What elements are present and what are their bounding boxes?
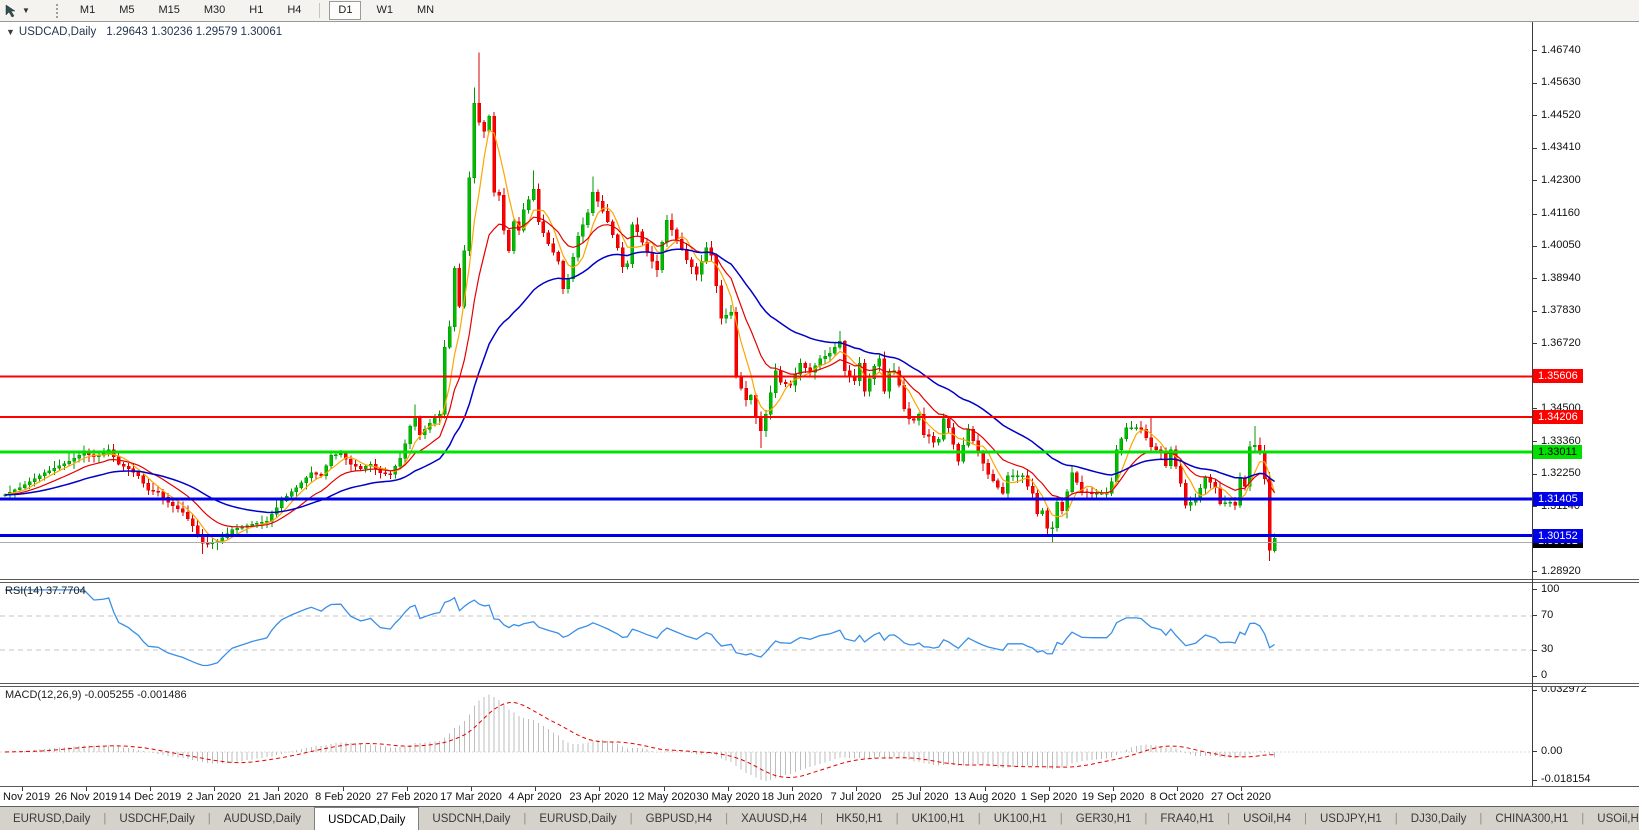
date-tick-label: 7 Jul 2020	[831, 791, 882, 803]
timeframe-button-M30[interactable]: M30	[195, 1, 234, 20]
chart-tab-EURUSD-Daily[interactable]: EURUSD,Daily	[526, 807, 629, 830]
date-tick-label: 4 Apr 2020	[508, 791, 561, 803]
date-tick-label: 14 Dec 2019	[119, 791, 181, 803]
price-tick-label: 1.38940	[1541, 272, 1581, 284]
chart-tab-CHINA300-H1[interactable]: CHINA300,H1	[1482, 807, 1581, 830]
price-tick-label: 1.44520	[1541, 109, 1581, 121]
timeframe-button-W1[interactable]: W1	[367, 1, 402, 20]
price-tick-label: 1.45630	[1541, 76, 1581, 88]
timeframe-button-M1[interactable]: M1	[71, 1, 104, 20]
toolbar-separator	[319, 3, 320, 18]
timeframe-button-M15[interactable]: M15	[149, 1, 188, 20]
chart-tab-USOil-H4[interactable]: USOil,H4	[1230, 807, 1304, 830]
date-tick-label: 30 May 2020	[696, 791, 760, 803]
date-tick-label: 17 Mar 2020	[440, 791, 502, 803]
rsi-indicator-label: RSI(14) 37.7704	[5, 585, 86, 597]
chart-collapse-icon[interactable]: ▼	[6, 27, 15, 37]
chart-tab-USOil-H1[interactable]: USOil,H1	[1584, 807, 1639, 830]
chart-tab-FRA40-H1[interactable]: FRA40,H1	[1147, 807, 1227, 830]
pane-separator[interactable]	[0, 683, 1639, 687]
chart-title: ▼ USDCAD,Daily 1.29643 1.30236 1.29579 1.3…	[6, 26, 282, 38]
chart-tab-USDCNH-Daily[interactable]: USDCNH,Daily	[419, 807, 523, 830]
timeframe-button-M5[interactable]: M5	[110, 1, 143, 20]
chart-tab-USDJPY-H1[interactable]: USDJPY,H1	[1307, 807, 1395, 830]
price-tick-label: 1.32250	[1541, 467, 1581, 479]
timeframe-button-MN[interactable]: MN	[408, 1, 443, 20]
date-tick-label: 8 Oct 2020	[1150, 791, 1204, 803]
hline-price-badge: 1.35606	[1533, 369, 1583, 383]
date-tick-label: 7 Nov 2019	[0, 791, 50, 803]
macd-tick-label: -0.018154	[1541, 773, 1591, 785]
date-tick-label: 27 Oct 2020	[1211, 791, 1271, 803]
chart-window: ▼ USDCAD,Daily 1.29643 1.30236 1.29579 1.3…	[0, 22, 1639, 806]
chart-tab-GBPUSD-H4[interactable]: GBPUSD,H4	[633, 807, 725, 830]
rsi-tick-label: 70	[1541, 609, 1553, 621]
macd-tick-label: 0.00	[1541, 745, 1562, 757]
date-tick-label: 26 Nov 2019	[55, 791, 117, 803]
chart-symbol-period: USDCAD,Daily	[19, 26, 96, 38]
date-tick-label: 19 Sep 2020	[1082, 791, 1144, 803]
date-tick-label: 13 Aug 2020	[954, 791, 1016, 803]
price-tick-label: 1.37830	[1541, 304, 1581, 316]
price-tick-label: 1.43410	[1541, 141, 1581, 153]
price-tick-label: 1.40050	[1541, 239, 1581, 251]
chart-ohlc-values: 1.29643 1.30236 1.29579 1.30061	[106, 26, 282, 38]
chart-tab-USDCHF-Daily[interactable]: USDCHF,Daily	[106, 807, 207, 830]
pane-separator	[0, 786, 1639, 787]
date-tick-label: 23 Apr 2020	[569, 791, 628, 803]
main-price-pane[interactable]	[0, 23, 1532, 579]
chart-tab-USDCAD-Daily[interactable]: USDCAD,Daily	[314, 807, 419, 830]
chart-tab-EURUSD-Daily[interactable]: EURUSD,Daily	[0, 807, 103, 830]
price-tick-label: 1.36720	[1541, 337, 1581, 349]
rsi-tick-label: 100	[1541, 583, 1559, 595]
chart-tab-XAUUSD-H4[interactable]: XAUUSD,H4	[728, 807, 820, 830]
hline-price-badge: 1.31405	[1533, 492, 1583, 506]
macd-pane[interactable]	[0, 686, 1532, 786]
date-tick-label: 18 Jun 2020	[762, 791, 823, 803]
crosshair-cursor-icon	[4, 3, 19, 18]
chevron-down-icon[interactable]: ▼	[22, 6, 30, 15]
timeframe-button-D1[interactable]: D1	[329, 1, 361, 20]
date-tick-label: 1 Sep 2020	[1021, 791, 1077, 803]
chart-tab-UK100-H1[interactable]: UK100,H1	[981, 807, 1060, 830]
chart-tab-UK100-H1[interactable]: UK100,H1	[899, 807, 978, 830]
rsi-pane[interactable]	[0, 582, 1532, 683]
macd-indicator-label: MACD(12,26,9) -0.005255 -0.001486	[5, 689, 187, 701]
hline-price-badge: 1.34206	[1533, 410, 1583, 424]
cursor-tool-button[interactable]: ▼	[4, 3, 30, 18]
timeframe-button-H1[interactable]: H1	[240, 1, 272, 20]
rsi-tick-label: 0	[1541, 669, 1547, 681]
chart-tab-AUDUSD-Daily[interactable]: AUDUSD,Daily	[211, 807, 314, 830]
date-tick-label: 21 Jan 2020	[248, 791, 309, 803]
toolbar-grip-handle[interactable]	[56, 4, 58, 18]
price-tick-label: 1.41160	[1541, 207, 1580, 219]
chart-tab-HK50-H1[interactable]: HK50,H1	[823, 807, 896, 830]
chart-tab-DJ30-Daily[interactable]: DJ30,Daily	[1398, 807, 1480, 830]
chart-toolbar: ▼ M1 M5 M15 M30 H1 H4 D1 W1 MN	[0, 0, 1639, 22]
date-tick-label: 2 Jan 2020	[187, 791, 241, 803]
price-tick-label: 1.46740	[1541, 44, 1581, 56]
chart-tab-bar: EURUSD,Daily|USDCHF,Daily|AUDUSD,DailyUS…	[0, 806, 1639, 830]
date-tick-label: 25 Jul 2020	[892, 791, 949, 803]
price-tick-label: 1.42300	[1541, 174, 1581, 186]
time-axis[interactable]: 7 Nov 2019 26 Nov 201914 Dec 2019 2 Jan 20…	[0, 787, 1639, 806]
price-axis-column[interactable]: 1.46740 1.45630 1.44520 1.43410 1.42300 1.411…	[1532, 22, 1639, 786]
date-tick-label: 8 Feb 2020	[315, 791, 371, 803]
price-axis-line	[1532, 22, 1533, 786]
hline-price-badge: 1.30152	[1533, 529, 1583, 543]
hline-price-badge: 1.33011	[1533, 445, 1582, 459]
timeframe-button-H4[interactable]: H4	[278, 1, 310, 20]
rsi-tick-label: 30	[1541, 643, 1553, 655]
pane-separator[interactable]	[0, 579, 1639, 583]
date-tick-label: 12 May 2020	[632, 791, 696, 803]
date-tick-label: 27 Feb 2020	[376, 791, 438, 803]
price-tick-label: 1.28920	[1541, 565, 1581, 577]
mt4-terminal: ▼ M1 M5 M15 M30 H1 H4 D1 W1 MN ▼ USDCAD,Daily 1.29…	[0, 0, 1639, 830]
chart-tab-GER30-H1[interactable]: GER30,H1	[1063, 807, 1145, 830]
timeframe-button-group: M1 M5 M15 M30 H1 H4 D1 W1 MN	[68, 1, 446, 20]
